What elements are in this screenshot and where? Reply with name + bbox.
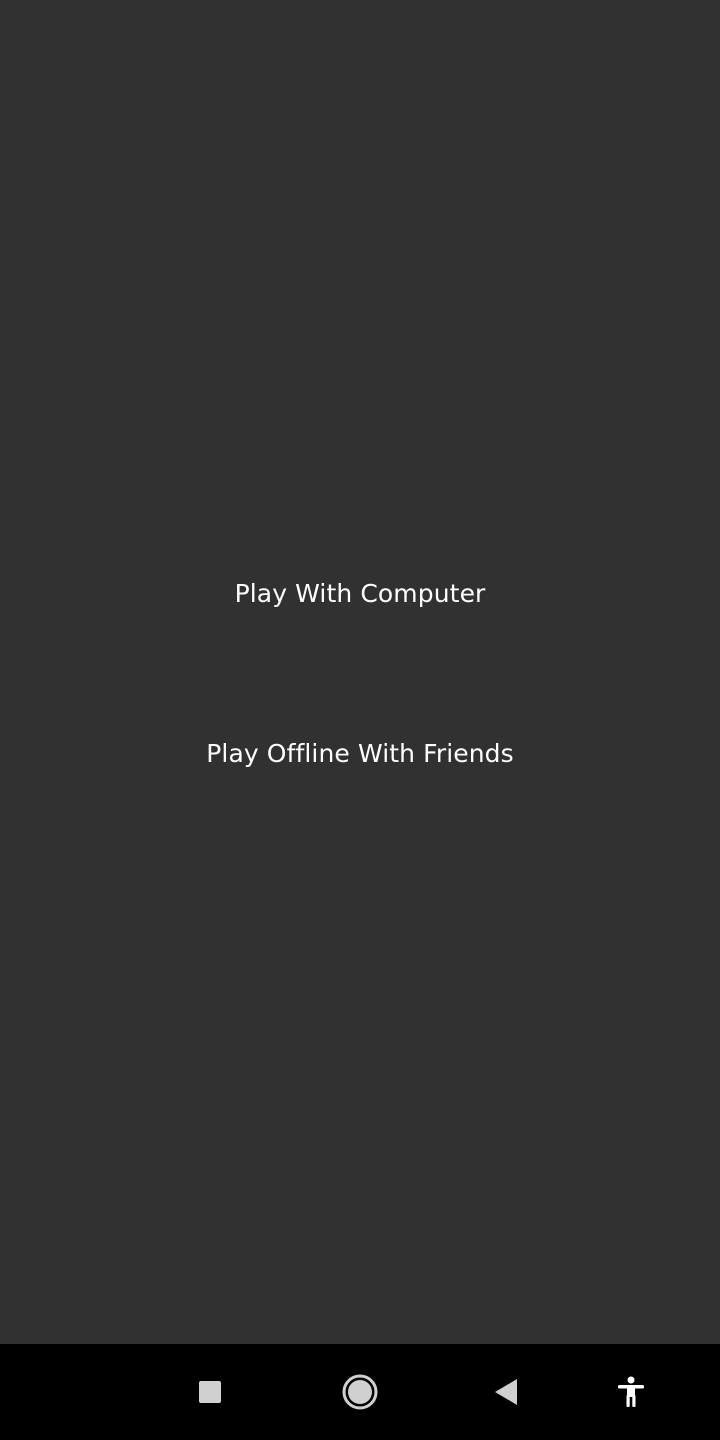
back-button[interactable] [466,1344,546,1440]
accessibility-icon [618,1376,644,1407]
back-icon [495,1379,517,1405]
home-icon [342,1374,378,1410]
recents-button[interactable] [170,1344,250,1440]
system-navigation-bar [0,1344,720,1440]
home-button[interactable] [320,1344,400,1440]
recents-icon [199,1381,221,1403]
play-offline-with-friends-button[interactable]: Play Offline With Friends [190,731,530,776]
screen: Play With Computer Play Offline With Fri… [0,0,720,1440]
play-with-computer-button[interactable]: Play With Computer [219,571,502,616]
accessibility-button[interactable] [591,1344,671,1440]
app-content: Play With Computer Play Offline With Fri… [0,0,720,1344]
